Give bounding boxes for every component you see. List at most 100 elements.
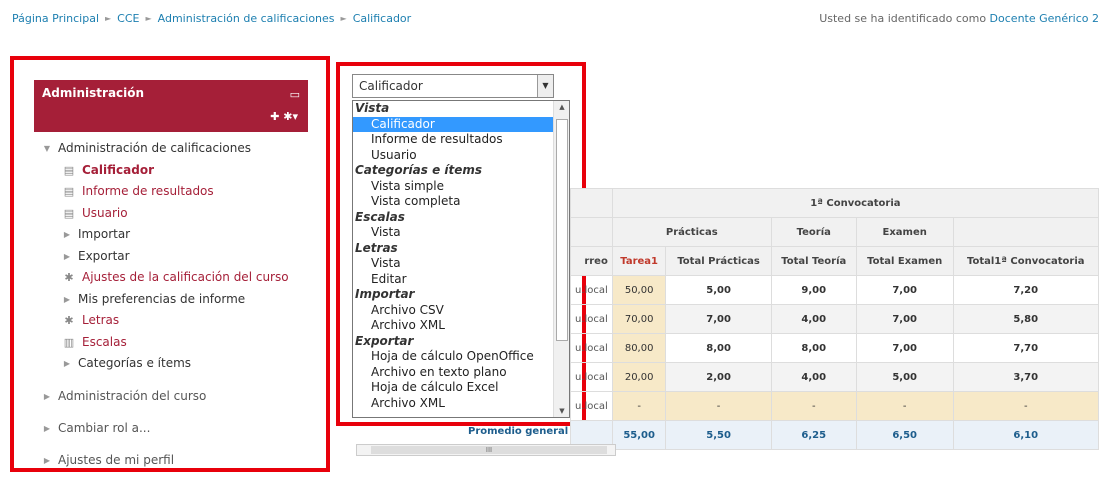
option-letras-editar[interactable]: Editar [353,272,555,288]
column-header-tarea1[interactable]: Tarea1 [611,246,667,276]
tree-section-curso[interactable]: ▶ Administración del curso [42,381,302,413]
collapsed-arrow-icon: ▶ [43,455,51,465]
tree-item-label: Importar [78,227,131,241]
grade-cell: 9,00 [770,275,857,305]
category-header-empty [952,217,1099,247]
column-header-total-examen[interactable]: Total Examen [855,246,954,276]
collapsed-arrow-icon: ▶ [63,251,71,261]
admin-block-header: Administración ▭ ✚ ✱▾ [34,80,308,132]
option-vista-simple[interactable]: Vista simple [353,179,555,195]
breadcrumb-home[interactable]: Página Principal [12,12,99,25]
tree-item-label: Escalas [82,334,127,349]
column-header-total-teoria[interactable]: Total Teoría [770,246,857,276]
grade-cell[interactable]: 20,00 [611,362,667,392]
dropdown-scrollbar[interactable]: ▲ ▼ [553,101,569,417]
tree-item-ajustes[interactable]: ✱ Ajustes de la calificación del curso [42,267,302,289]
breadcrumb-separator-icon: ► [105,14,112,23]
tree-item-label: Mis preferencias de informe [78,291,246,306]
dock-icon[interactable]: ▭ [290,88,300,101]
tree-item-escalas[interactable]: ▥ Escalas [42,332,302,354]
option-usuario[interactable]: Usuario [353,148,555,164]
average-cell: 55,00 [611,420,667,450]
option-calificador[interactable]: Calificador [353,116,555,132]
scroll-down-icon[interactable]: ▼ [554,407,569,415]
option-informe[interactable]: Informe de resultados [353,132,555,148]
grade-cell: 7,70 [952,333,1099,363]
table-row: u.local 80,00 8,00 8,00 7,00 7,70 [570,333,1099,363]
grade-cell[interactable]: 80,00 [611,333,667,363]
login-user-link[interactable]: Docente Genérico 2 [990,12,1099,25]
tree-section-label: Ajustes de mi perfil [58,452,175,467]
tree-item-categorias[interactable]: ▶ Categorías e ítems [42,353,302,375]
tree-item-exportar[interactable]: ▶ Exportar [42,246,302,268]
option-exportar-excel[interactable]: Hoja de cálculo Excel [353,380,555,396]
option-exportar-openoffice[interactable]: Hoja de cálculo OpenOffice [353,349,555,365]
average-label: Promedio general [468,426,569,437]
tree-item-label: Exportar [78,248,130,263]
report-select-dropdown[interactable]: Vista Calificador Informe de resultados … [352,100,570,418]
user-cell: u.local [570,362,613,392]
tree-item-informe[interactable]: ▤ Informe de resultados [42,181,302,203]
collapsed-arrow-icon: ▶ [63,230,71,239]
tree-item-importar[interactable]: ▶ Importar [42,224,302,246]
breadcrumb-grades-admin[interactable]: Administración de calificaciones [158,12,335,25]
tree-item-letras[interactable]: ✱ Letras [42,310,302,332]
collapsed-arrow-icon: ▶ [43,391,51,401]
horizontal-scrollbar[interactable]: III [356,444,616,456]
grade-cell: 5,00 [855,362,954,392]
optgroup-escalas: Escalas [355,209,405,224]
column-header-email[interactable]: rreo [570,246,613,276]
report-select[interactable]: Calificador ▼ [352,74,554,98]
scrollbar-thumb[interactable] [556,119,568,341]
grade-cell: 8,00 [665,333,772,363]
admin-block-title: Administración [42,86,145,100]
login-info: Usted se ha identificado como Docente Ge… [819,12,1099,25]
collapsed-arrow-icon: ▶ [43,423,51,433]
option-escalas-vista[interactable]: Vista [353,225,555,241]
grade-cell[interactable]: - [611,391,667,421]
tree-item-calificador[interactable]: ▤ Calificador [42,160,302,182]
breadcrumb-separator-icon: ► [145,14,152,23]
column-header-total-practicas[interactable]: Total Prácticas [665,246,772,276]
option-exportar-xml[interactable]: Archivo XML [353,396,555,412]
collapsed-arrow-icon: ▶ [63,294,71,304]
table-row: u.local 20,00 2,00 4,00 5,00 3,70 [570,362,1099,392]
tree-item-label: Ajustes de la calificación del curso [82,270,289,284]
tree-item-label: Categorías e ítems [78,356,192,370]
option-exportar-texto[interactable]: Archivo en texto plano [353,365,555,381]
user-cell: u.local [570,304,613,334]
option-importar-csv[interactable]: Archivo CSV [353,303,555,319]
tree-item-preferencias[interactable]: ▶ Mis preferencias de informe [42,289,302,311]
breadcrumb: Página Principal ► CCE ► Administración … [12,12,411,25]
tree-section-label: Administración del curso [58,388,207,403]
category-header-practicas: Prácticas [611,217,772,247]
grade-cell: 7,20 [952,275,1099,305]
category-header-examen: Examen [855,217,954,247]
option-letras-vista[interactable]: Vista [353,256,555,272]
grade-cell: 8,00 [770,333,857,363]
chart-icon: ▥ [63,335,75,349]
grader-table: 1ª Convocatoria Prácticas Teoría Examen … [570,188,1099,450]
grade-cell[interactable]: 70,00 [611,304,667,334]
grade-cell: 7,00 [855,333,954,363]
optgroup-exportar: Exportar [355,333,414,348]
grade-cell: 7,00 [855,304,954,334]
user-cell: u.local [570,275,613,305]
column-header-total-convocatoria[interactable]: Total1ª Convocatoria [952,246,1099,276]
grade-cell[interactable]: 50,00 [611,275,667,305]
scroll-up-icon[interactable]: ▲ [554,103,569,111]
breadcrumb-grader[interactable]: Calificador [353,12,412,25]
option-vista-completa[interactable]: Vista completa [353,194,555,210]
chevron-down-icon[interactable]: ▼ [537,75,553,97]
scrollbar-thumb[interactable]: III [371,446,607,454]
table-row: u.local 50,00 5,00 9,00 7,00 7,20 [570,275,1099,305]
tree-root[interactable]: ▼ Administración de calificaciones [42,138,302,160]
breadcrumb-course[interactable]: CCE [117,12,139,25]
login-prefix: Usted se ha identificado como [819,12,987,25]
grade-cell: 7,00 [855,275,954,305]
average-cell: 6,10 [952,420,1099,450]
option-importar-xml[interactable]: Archivo XML [353,318,555,334]
block-actions-icon[interactable]: ✚ ✱▾ [270,110,298,123]
tree-section-rol[interactable]: ▶ Cambiar rol a... [42,413,302,445]
tree-item-usuario[interactable]: ▤ Usuario [42,203,302,225]
